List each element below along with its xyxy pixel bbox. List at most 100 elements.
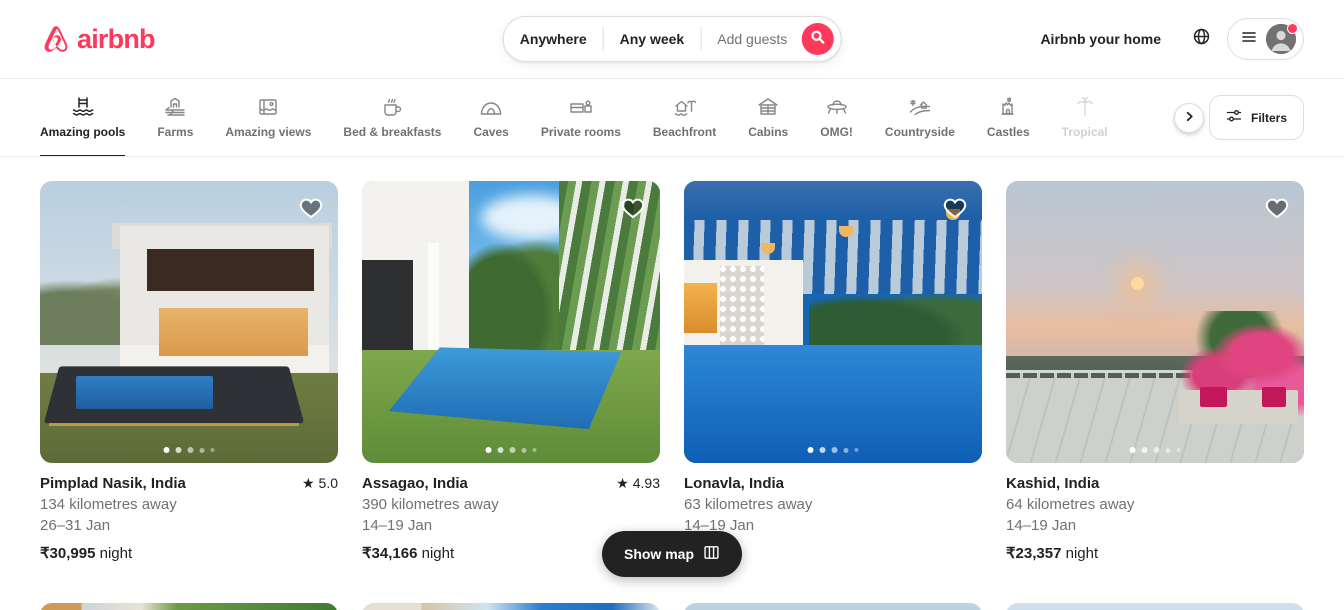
chevron-right-icon <box>1184 109 1195 127</box>
show-map-button[interactable]: Show map <box>601 531 743 577</box>
carousel-dot[interactable] <box>175 447 182 453</box>
photo-carousel-dots[interactable] <box>807 447 859 453</box>
bed-icon <box>569 95 593 119</box>
listing-card[interactable] <box>40 603 338 610</box>
listing-title: Assagao, India <box>362 475 468 492</box>
listing-photo[interactable] <box>362 181 660 463</box>
category-bar: Amazing pools Farms Amazing views Bed & … <box>0 78 1344 157</box>
listing-card[interactable] <box>1006 603 1304 610</box>
category-item-bed-and-breakfasts[interactable]: Bed & breakfasts <box>343 79 441 156</box>
price-amount: ₹34,166 <box>362 545 418 562</box>
show-map-label: Show map <box>623 546 695 562</box>
listing-photo[interactable] <box>1006 603 1304 610</box>
listing-card[interactable]: Pimplad Nasik, India ★ 5.0 134 kilometre… <box>40 181 338 563</box>
listing-photo[interactable] <box>362 603 660 610</box>
search-guests[interactable]: Add guests <box>701 17 801 61</box>
carousel-dot[interactable] <box>485 447 492 453</box>
search-button[interactable] <box>801 23 834 55</box>
carousel-dot[interactable] <box>1165 447 1171 453</box>
listing-photo[interactable] <box>684 603 982 610</box>
category-item-beachfront[interactable]: Beachfront <box>653 79 716 156</box>
category-item-amazing-views[interactable]: Amazing views <box>225 79 311 156</box>
price-amount: ₹23,357 <box>1006 545 1062 562</box>
listing-title: Kashid, India <box>1006 475 1100 492</box>
photo-scene-villa-dusk <box>40 181 338 463</box>
category-label: Amazing pools <box>40 125 126 139</box>
listing-photo[interactable] <box>40 603 338 610</box>
price-amount: ₹30,995 <box>40 545 96 562</box>
search-dates[interactable]: Any week <box>604 17 701 61</box>
price-unit: night <box>1065 545 1099 562</box>
listing-dates: 26–31 Jan <box>40 517 111 534</box>
carousel-dot[interactable] <box>843 447 849 453</box>
category-label: Castles <box>986 125 1030 139</box>
carousel-dot[interactable] <box>819 447 826 453</box>
carousel-dot[interactable] <box>187 447 194 453</box>
airbnb-logo[interactable]: airbnb <box>40 23 156 55</box>
favorite-heart-icon[interactable] <box>621 196 645 220</box>
category-item-private-rooms[interactable]: Private rooms <box>541 79 621 156</box>
listing-photo[interactable] <box>684 181 982 463</box>
photo-carousel-dots[interactable] <box>1129 447 1181 453</box>
carousel-dot[interactable] <box>807 447 814 453</box>
listing-photo[interactable] <box>40 181 338 463</box>
cave-icon <box>479 95 503 119</box>
airbnb-your-home-link[interactable]: Airbnb your home <box>1026 19 1175 59</box>
listing-distance: 63 kilometres away <box>684 496 813 513</box>
carousel-dot[interactable] <box>1153 447 1160 453</box>
listing-distance: 64 kilometres away <box>1006 496 1135 513</box>
listing-photo[interactable] <box>1006 181 1304 463</box>
globe-icon <box>1193 28 1210 50</box>
favorite-heart-icon[interactable] <box>943 196 967 220</box>
category-item-omg[interactable]: OMG! <box>820 79 853 156</box>
category-item-cabins[interactable]: Cabins <box>748 79 788 156</box>
listing-card[interactable] <box>684 603 982 610</box>
carousel-dot[interactable] <box>532 448 537 452</box>
category-scroll-next-button[interactable] <box>1174 102 1204 133</box>
carousel-dot[interactable] <box>854 448 859 452</box>
farm-icon <box>163 95 187 119</box>
carousel-dot[interactable] <box>521 447 527 453</box>
listing-card[interactable]: Assagao, India ★ 4.93 390 kilometres awa… <box>362 181 660 563</box>
photo-scene-row2-c <box>684 603 982 610</box>
carousel-dot[interactable] <box>509 447 516 453</box>
carousel-dot[interactable] <box>1141 447 1148 453</box>
listing-card[interactable]: Lonavla, India 63 kilometres away 14–19 … <box>684 181 982 563</box>
carousel-dot[interactable] <box>1176 448 1181 452</box>
listing-card[interactable]: Kashid, India 64 kilometres away 14–19 J… <box>1006 181 1304 563</box>
carousel-dot[interactable] <box>831 447 838 453</box>
user-menu-button[interactable] <box>1227 18 1304 60</box>
category-label: Countryside <box>884 125 955 139</box>
language-globe-button[interactable] <box>1181 19 1221 59</box>
carousel-dot[interactable] <box>210 448 215 452</box>
listing-rating: ★ 4.93 <box>616 474 660 493</box>
photo-carousel-dots[interactable] <box>485 447 537 453</box>
favorite-heart-icon[interactable] <box>1265 196 1289 220</box>
favorite-heart-icon[interactable] <box>299 196 323 220</box>
category-label: Private rooms <box>540 125 621 139</box>
beach-hut-icon <box>673 95 697 119</box>
filters-label: Filters <box>1250 110 1287 125</box>
category-list[interactable]: Amazing pools Farms Amazing views Bed & … <box>40 79 1189 156</box>
listing-card[interactable] <box>362 603 660 610</box>
photo-scene-sunset-terrace <box>1006 181 1304 463</box>
photo-carousel-dots[interactable] <box>163 447 215 453</box>
category-item-amazing-pools[interactable]: Amazing pools <box>40 79 126 156</box>
price-unit: night <box>421 545 455 562</box>
notification-badge <box>1287 23 1298 34</box>
search-bar[interactable]: Anywhere Any week Add guests <box>502 16 842 62</box>
category-item-caves[interactable]: Caves <box>473 79 509 156</box>
filters-button[interactable]: Filters <box>1208 95 1304 140</box>
category-item-castles[interactable]: Castles <box>987 79 1030 156</box>
category-item-farms[interactable]: Farms <box>157 79 193 156</box>
search-location[interactable]: Anywhere <box>504 17 603 61</box>
carousel-dot[interactable] <box>163 447 170 453</box>
carousel-dot[interactable] <box>497 447 504 453</box>
carousel-dot[interactable] <box>199 447 205 453</box>
rating-value: 4.93 <box>632 475 660 491</box>
listing-distance: 134 kilometres away <box>40 496 177 513</box>
carousel-dot[interactable] <box>1129 447 1136 453</box>
category-item-countryside[interactable]: Countryside <box>885 79 955 156</box>
category-item-tropical[interactable]: Tropical <box>1062 79 1108 156</box>
listings-grid: Pimplad Nasik, India ★ 5.0 134 kilometre… <box>0 157 1344 610</box>
